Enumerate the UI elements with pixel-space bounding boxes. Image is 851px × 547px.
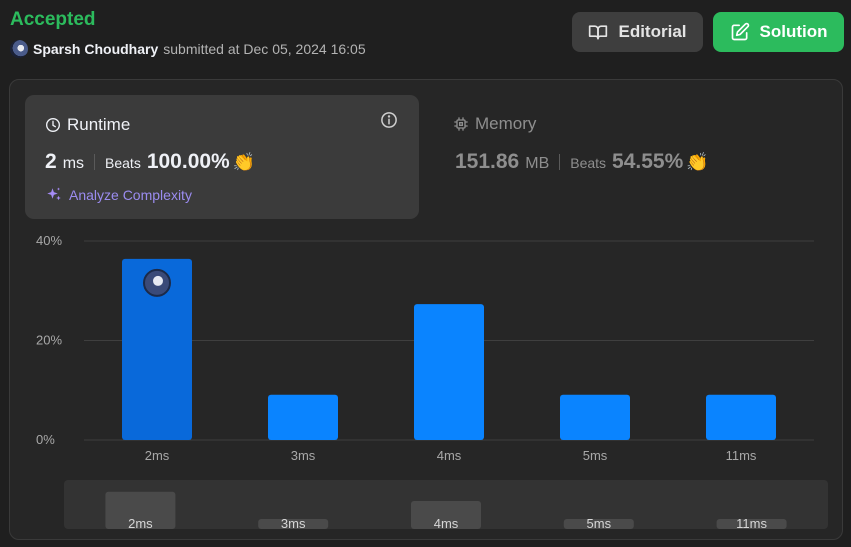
bar-11ms (706, 394, 776, 440)
overview-label: 4ms (434, 516, 459, 531)
overview-label: 5ms (587, 516, 612, 531)
overview-label: 11ms (736, 516, 767, 531)
x-tick-label: 3ms (291, 448, 316, 463)
bar-4ms (414, 304, 484, 440)
y-tick-label: 40% (36, 233, 62, 248)
runtime-distribution-chart: 0% 20% 40% 2ms 3ms 4ms 5ms 11ms 2ms 3ms 4ms 5ms 11ms (36, 233, 828, 531)
y-tick-label: 20% (36, 333, 62, 348)
overview-label: 3ms (281, 516, 306, 531)
user-avatar-marker (153, 275, 163, 286)
x-tick-label: 4ms (437, 448, 462, 463)
y-tick-label: 0% (36, 432, 55, 447)
bar-5ms (560, 394, 630, 440)
bar-3ms (268, 394, 338, 440)
x-tick-label: 2ms (145, 448, 170, 463)
x-tick-label: 11ms (726, 448, 757, 463)
x-tick-label: 5ms (583, 448, 608, 463)
overview-label: 2ms (128, 516, 153, 531)
